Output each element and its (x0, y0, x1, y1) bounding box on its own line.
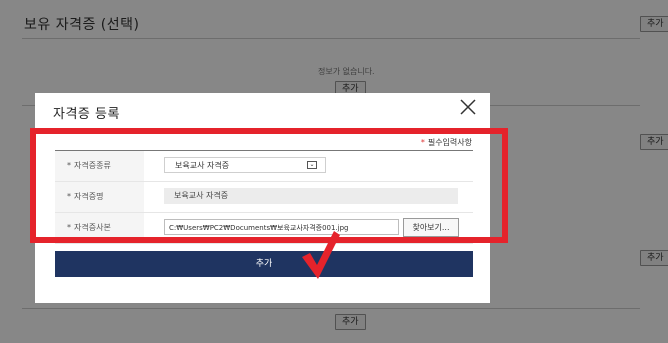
close-icon[interactable] (459, 98, 477, 116)
highlight-box (30, 128, 508, 243)
checkmark-icon (302, 231, 340, 279)
submit-add-button[interactable]: 추가 (55, 251, 473, 277)
modal-title: 자격증 등록 (53, 107, 120, 122)
